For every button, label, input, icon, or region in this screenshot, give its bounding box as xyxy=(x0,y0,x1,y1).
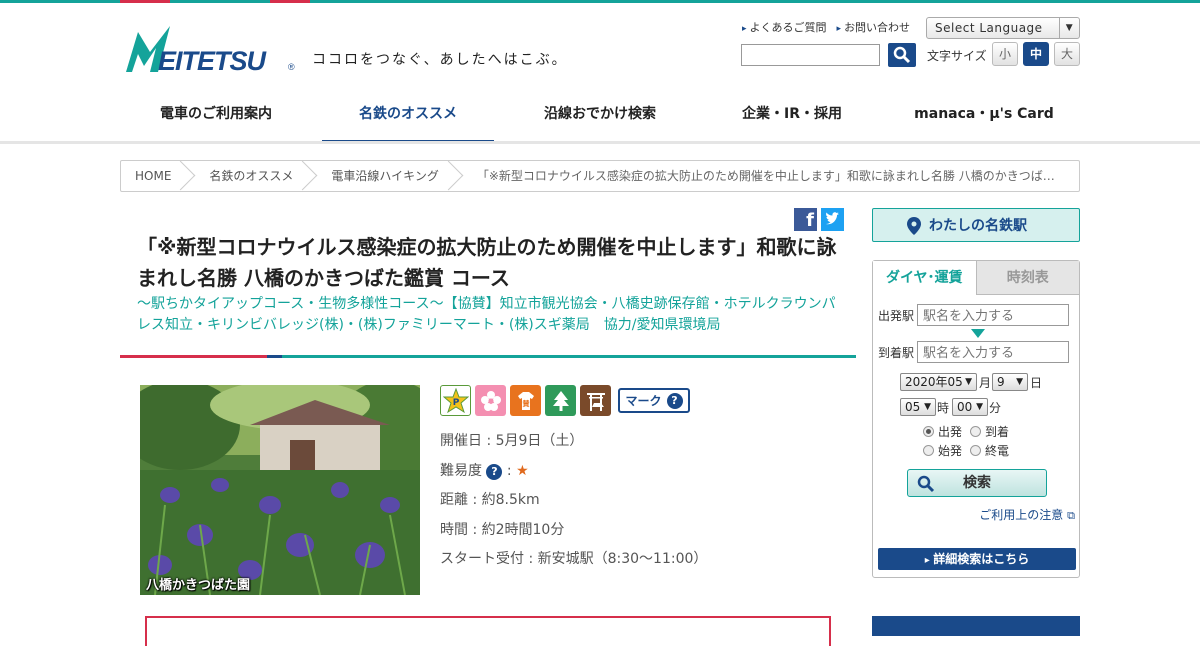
nav-outing-search[interactable]: 沿線おでかけ検索 xyxy=(504,96,696,144)
from-label: 出発駅 xyxy=(878,309,915,323)
to-label: 到着駅 xyxy=(878,346,915,360)
breadcrumb-home[interactable]: HOME xyxy=(121,161,185,191)
my-station-button[interactable]: わたしの名鉄駅 xyxy=(872,208,1080,242)
fontsize-medium-button[interactable]: 中 xyxy=(1023,42,1049,66)
nav-manaca[interactable]: manaca・μ's Card xyxy=(888,96,1080,144)
usage-notes-link[interactable]: ご利用上の注意 ⧉ xyxy=(979,506,1075,523)
iris-garden-photo xyxy=(140,385,420,595)
from-station-input[interactable] xyxy=(917,304,1069,326)
minute-select[interactable]: 00 ▼ xyxy=(952,398,988,416)
nav-divider xyxy=(0,141,1200,144)
language-select[interactable]: Select Language ▼ xyxy=(926,17,1080,39)
fontsize-label: 文字サイズ xyxy=(927,49,987,63)
radio-depart[interactable]: 出発 xyxy=(923,423,962,440)
hour-select[interactable]: 05 ▼ xyxy=(900,398,936,416)
start-reception: スタート受付 : 新安城駅（8:30～11:00） xyxy=(440,551,708,567)
nav-train-guide[interactable]: 電車のご利用案内 xyxy=(120,96,312,144)
question-icon: ? xyxy=(666,392,683,409)
distance: 距離 : 約8.5km xyxy=(440,492,540,508)
svg-text:®: ® xyxy=(288,62,295,72)
site-search-input[interactable] xyxy=(741,44,880,66)
parking-star-icon: P xyxy=(440,385,471,416)
svg-text:賛: 賛 xyxy=(521,399,530,408)
flower-icon xyxy=(475,385,506,416)
site-search-button[interactable] xyxy=(888,43,916,67)
global-nav: 電車のご利用案内 名鉄のオススメ 沿線おでかけ検索 企業・IR・採用 manac… xyxy=(120,96,1080,144)
search-icon xyxy=(893,46,911,64)
course-info: 開催日 : 5月9日（土） 難易度 ? : ★ 距離 : 約8.5km 時間 :… xyxy=(440,430,707,578)
utility-links: よくあるご質問 お問い合わせ xyxy=(742,19,911,35)
photo-caption: 八橋かきつばた園 xyxy=(146,578,251,593)
chevron-down-icon: ▼ xyxy=(1059,18,1079,38)
nav-corporate[interactable]: 企業・IR・採用 xyxy=(696,96,888,144)
breadcrumb-hiking[interactable]: 電車沿線ハイキング xyxy=(307,161,452,191)
title-divider xyxy=(120,355,856,358)
nav-recommend[interactable]: 名鉄のオススメ xyxy=(312,96,504,144)
svg-text:EITETSU: EITETSU xyxy=(158,46,268,74)
tab-timetable-fare[interactable]: ダイヤ･運賃 xyxy=(873,261,976,295)
shrine-icon xyxy=(580,385,611,416)
search-icon xyxy=(917,475,935,493)
svg-text:P: P xyxy=(452,398,459,408)
tab-timetable[interactable]: 時刻表 xyxy=(975,261,1079,295)
radio-first-train[interactable]: 始発 xyxy=(923,442,962,459)
difficulty: 難易度 ? : ★ xyxy=(440,462,529,480)
tree-icon xyxy=(545,385,576,416)
sponsor-shirt-icon: 賛 xyxy=(510,385,541,416)
route-search-panel: ダイヤ･運賃 時刻表 出発駅 到着駅 2020年05▼ 月 9▼ 日 05▼ 時… xyxy=(872,260,1080,578)
to-station-input[interactable] xyxy=(917,341,1069,363)
star-icon: ★ xyxy=(516,462,529,479)
page-title: 「※新型コロナウイルス感染症の拡大防止のため開催を中止します」和歌に詠まれし名勝… xyxy=(137,235,837,290)
top-color-bar xyxy=(0,0,1200,3)
breadcrumb: HOME 名鉄のオススメ 電車沿線ハイキング 「※新型コロナウイルス感染症の拡大… xyxy=(120,160,1080,192)
notice-box xyxy=(145,616,831,646)
radio-arrive[interactable]: 到着 xyxy=(970,423,1009,440)
fontsize-large-button[interactable]: 大 xyxy=(1054,42,1080,66)
meitetsu-logo[interactable]: EITETSU ® xyxy=(124,26,299,74)
fontsize-small-button[interactable]: 小 xyxy=(992,42,1018,66)
share-buttons: f xyxy=(794,208,844,231)
radio-last-train[interactable]: 終電 xyxy=(970,442,1009,459)
breadcrumb-recommend[interactable]: 名鉄のオススメ xyxy=(185,161,307,191)
map-pin-icon xyxy=(907,217,921,235)
course-marks: P 賛 マーク? xyxy=(440,385,690,416)
arrow-down-icon xyxy=(971,329,985,338)
external-link-icon: ⧉ xyxy=(1067,509,1075,522)
page-subtitle: ～駅ちかタイアップコース・生物多様性コース～【協賛】知立市観光協会・八橋史跡保存… xyxy=(137,296,836,333)
route-search-button[interactable]: 検索 xyxy=(907,469,1047,497)
event-date: 開催日 : 5月9日（土） xyxy=(440,433,584,449)
sidebar-banner xyxy=(872,616,1080,636)
day-select[interactable]: 9 ▼ xyxy=(992,373,1028,391)
faq-link[interactable]: よくあるご質問 xyxy=(742,19,827,35)
mark-help-button[interactable]: マーク? xyxy=(618,388,690,413)
duration: 時間 : 約2時間10分 xyxy=(440,521,565,538)
year-month-select[interactable]: 2020年05 ▼ xyxy=(900,373,977,391)
difficulty-help-icon[interactable]: ? xyxy=(486,463,503,480)
tagline: ココロをつなぐ、あしたへはこぶ。 xyxy=(312,52,568,68)
detailed-search-button[interactable]: 詳細検索はこちら xyxy=(878,548,1076,570)
twitter-icon[interactable] xyxy=(821,208,844,231)
contact-link[interactable]: お問い合わせ xyxy=(837,19,910,35)
facebook-icon[interactable]: f xyxy=(794,208,817,231)
breadcrumb-current: 「※新型コロナウイルス感染症の拡大防止のため開催を中止します」和歌に詠まれし名勝… xyxy=(476,169,1055,183)
